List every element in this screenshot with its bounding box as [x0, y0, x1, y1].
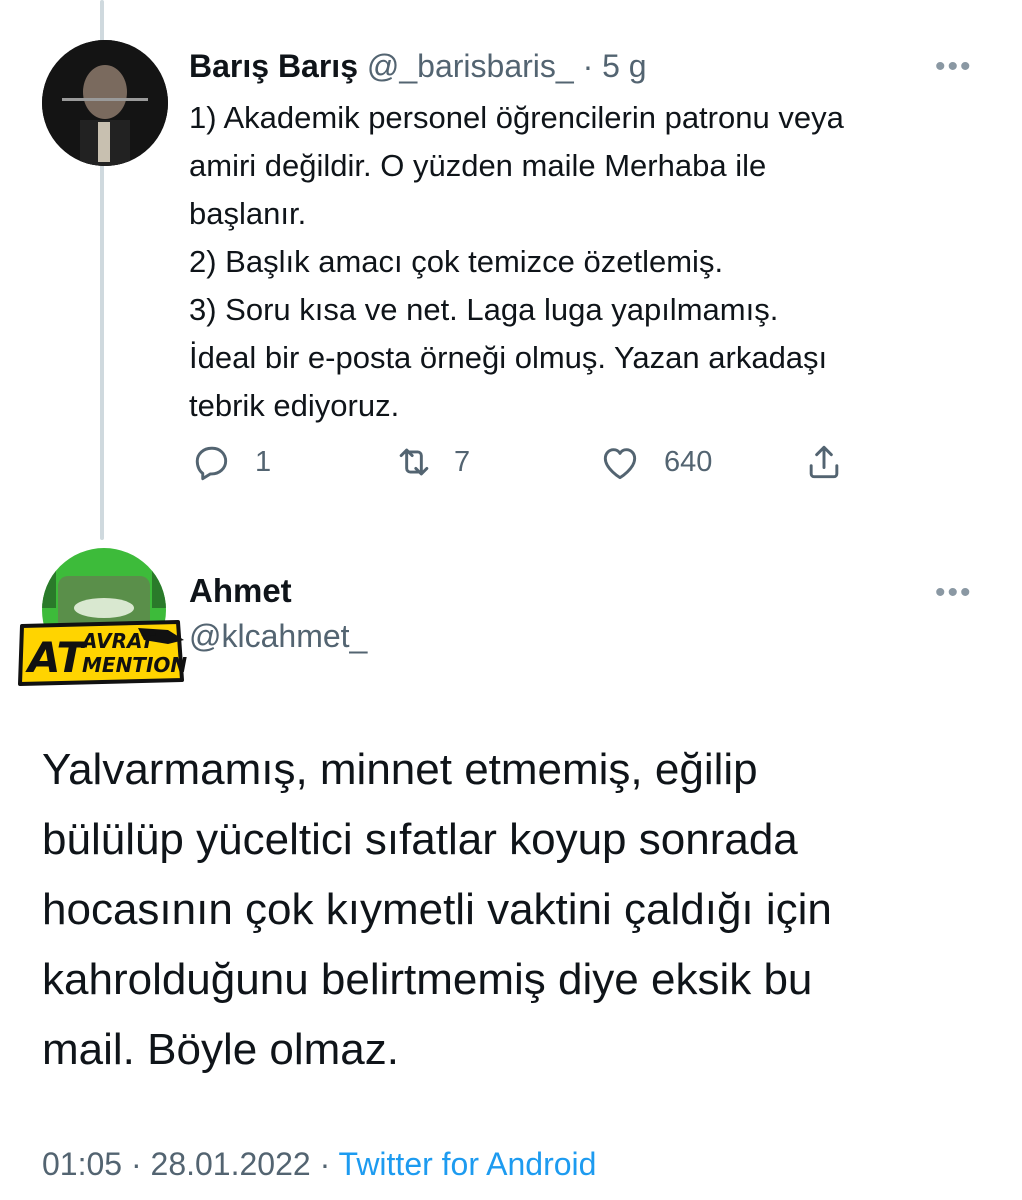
tweet-time[interactable]: · 5 g [583, 48, 647, 84]
tweet-source-link[interactable]: Twitter for Android [339, 1146, 597, 1182]
like-icon [603, 448, 637, 480]
avatar-text-avrat: AVRAT [80, 629, 156, 653]
tweet-text: Yalvarmamış, minnet etmemiş, eğilip bülü… [42, 745, 832, 1074]
avatar-logo: AT AVRAT MENTION [18, 548, 187, 686]
retweet-button[interactable]: 7 [392, 440, 470, 484]
avatar-photo [42, 40, 168, 166]
tweet-text: 1) Akademik personel öğrencilerin patron… [189, 100, 844, 423]
share-button[interactable] [802, 440, 846, 484]
avatar[interactable] [42, 40, 168, 166]
separator: · [310, 1146, 339, 1182]
more-options-icon[interactable]: ••• [935, 52, 973, 82]
tweet-time[interactable]: 01:05 [42, 1146, 122, 1182]
retweet-count: 7 [454, 445, 471, 478]
reply-icon [195, 446, 228, 481]
display-name[interactable]: Ahmet [189, 572, 292, 610]
like-button[interactable]: 640 [598, 440, 712, 484]
user-handle[interactable]: @_barisbaris_ [367, 48, 574, 84]
like-count: 640 [664, 445, 713, 478]
avatar[interactable]: AT AVRAT MENTION [18, 548, 188, 688]
tweet-footer: 01:05 · 28.01.2022 · Twitter for Android [42, 1146, 596, 1183]
share-icon [809, 445, 839, 479]
reply-button[interactable]: 1 [189, 440, 271, 484]
retweet-icon [399, 448, 429, 476]
avatar-text-mention: MENTION [82, 653, 187, 677]
tweet-header: Barış Barış @_barisbaris_ · 5 g [189, 48, 647, 85]
reply-count: 1 [255, 445, 272, 478]
separator: · [122, 1146, 151, 1182]
user-handle[interactable]: @klcahmet_ [189, 618, 367, 655]
more-options-icon[interactable]: ••• [935, 578, 973, 608]
tweet-date[interactable]: 28.01.2022 [151, 1146, 311, 1182]
avatar-text-at: AT [25, 633, 88, 682]
display-name[interactable]: Barış Barış [189, 48, 358, 84]
